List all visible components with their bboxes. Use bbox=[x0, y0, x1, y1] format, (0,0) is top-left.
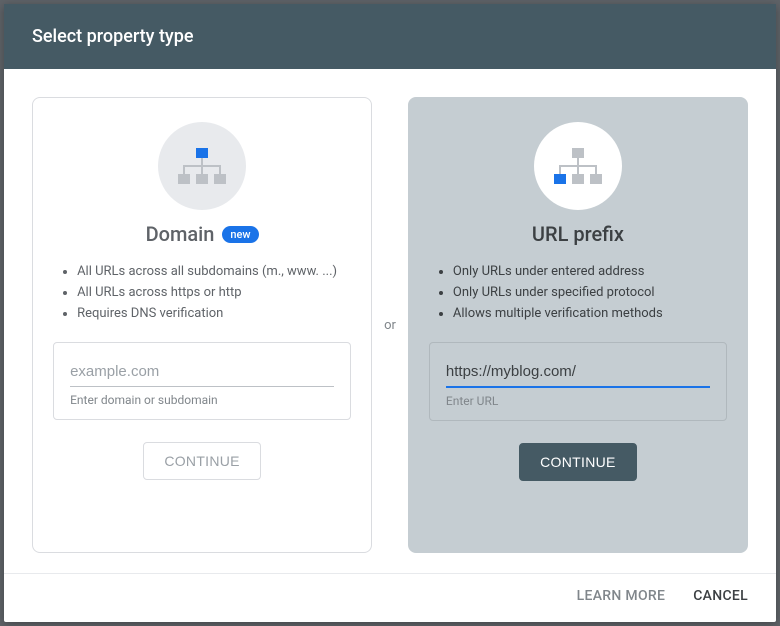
domain-input-hint: Enter domain or subdomain bbox=[70, 393, 334, 407]
domain-title-text: Domain bbox=[146, 222, 215, 246]
or-divider: or bbox=[384, 318, 396, 333]
list-item: Only URLs under entered address bbox=[453, 262, 727, 283]
domain-continue-button[interactable]: CONTINUE bbox=[143, 442, 261, 480]
domain-bullets: All URLs across all subdomains (m., www.… bbox=[53, 262, 351, 324]
url-icon-circle bbox=[534, 122, 622, 210]
list-item: All URLs across https or http bbox=[77, 283, 351, 304]
list-item: Allows multiple verification methods bbox=[453, 304, 727, 325]
sitemap-icon bbox=[178, 148, 226, 184]
domain-card-title: Domain new bbox=[146, 222, 259, 246]
modal-body: Domain new All URLs across all subdomain… bbox=[4, 69, 776, 574]
modal-title: Select property type bbox=[32, 26, 194, 47]
list-item: Requires DNS verification bbox=[77, 304, 351, 325]
select-property-modal: Select property type Domain new All URLs… bbox=[4, 4, 776, 622]
domain-input-wrap: Enter domain or subdomain bbox=[53, 342, 351, 420]
domain-icon-circle bbox=[158, 122, 246, 210]
domain-input[interactable] bbox=[70, 359, 334, 387]
url-input[interactable] bbox=[446, 359, 710, 388]
list-item: Only URLs under specified protocol bbox=[453, 283, 727, 304]
url-input-wrap: Enter URL bbox=[429, 342, 727, 421]
modal-footer: LEARN MORE CANCEL bbox=[4, 574, 776, 622]
modal-header: Select property type bbox=[4, 4, 776, 69]
url-prefix-card[interactable]: URL prefix Only URLs under entered addre… bbox=[408, 97, 748, 553]
new-badge: new bbox=[222, 226, 258, 243]
url-continue-button[interactable]: CONTINUE bbox=[519, 443, 637, 481]
list-item: All URLs across all subdomains (m., www.… bbox=[77, 262, 351, 283]
sitemap-icon bbox=[554, 148, 602, 184]
url-bullets: Only URLs under entered address Only URL… bbox=[429, 262, 727, 324]
url-title-text: URL prefix bbox=[532, 222, 624, 246]
domain-card[interactable]: Domain new All URLs across all subdomain… bbox=[32, 97, 372, 553]
url-input-hint: Enter URL bbox=[446, 394, 710, 408]
cancel-button[interactable]: CANCEL bbox=[693, 588, 748, 604]
learn-more-button[interactable]: LEARN MORE bbox=[577, 588, 666, 604]
url-card-title: URL prefix bbox=[532, 222, 624, 246]
